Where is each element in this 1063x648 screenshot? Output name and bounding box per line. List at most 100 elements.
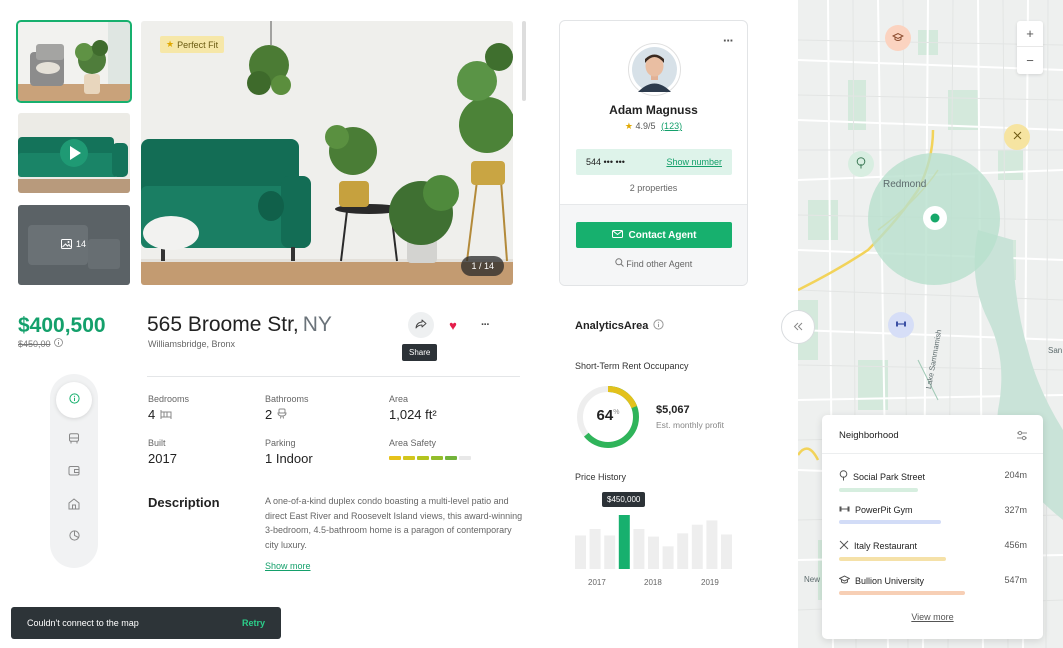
price-history-bar[interactable]: [706, 520, 718, 569]
neighborhood-item[interactable]: Italy Restaurant 456m: [839, 540, 1027, 561]
agent-properties: 2 properties: [629, 183, 678, 193]
bedrooms-value: 4: [148, 407, 172, 422]
gallery-scrollbar[interactable]: [522, 21, 526, 101]
price-history-bar[interactable]: [648, 536, 659, 569]
price-history-bar[interactable]: [618, 515, 630, 569]
price-history-bar[interactable]: [691, 524, 703, 569]
share-button[interactable]: [408, 312, 434, 338]
mail-icon: [611, 229, 623, 241]
nav-info[interactable]: [56, 382, 92, 418]
nav-school[interactable]: [64, 495, 84, 515]
agent-more-icon[interactable]: ···: [723, 33, 734, 48]
contact-agent-label: Contact Agent: [628, 229, 697, 241]
view-more-link[interactable]: View more: [822, 612, 1043, 622]
map-label-new: New: [804, 575, 821, 584]
safety-segment: [417, 456, 429, 460]
map-pin-park[interactable]: [848, 151, 874, 177]
map-pin-gym[interactable]: [888, 312, 914, 338]
neighborhood-item-distance: 327m: [1004, 505, 1027, 515]
year-tick-2018: 2018: [644, 578, 662, 587]
old-price: $450,00: [18, 338, 63, 349]
map-error-toast: Couldn't connect to the map Retry: [11, 607, 281, 639]
price-history-title: Price History: [575, 472, 627, 482]
built-value: 2017: [148, 451, 177, 466]
area-label: Area: [389, 394, 409, 404]
price-history-bar[interactable]: [604, 535, 616, 569]
info-icon: [68, 393, 80, 407]
listing-more-button[interactable]: ···: [472, 312, 498, 338]
nav-stats[interactable]: [64, 527, 84, 547]
panel-divider: [822, 453, 1043, 454]
perfect-fit-badge: ★ Perfect Fit: [160, 36, 225, 53]
percent-sign: %: [613, 409, 620, 416]
favorite-button[interactable]: ♥: [440, 312, 466, 338]
main-photo[interactable]: ★ Perfect Fit 1 / 14: [141, 21, 513, 285]
occupancy-title: Short-Term Rent Occupancy: [575, 361, 689, 371]
year-tick-2017: 2017: [588, 578, 606, 587]
price-history-bar[interactable]: [677, 533, 689, 569]
section-divider: [147, 376, 520, 377]
dumbbell-icon: [895, 319, 907, 331]
retry-button[interactable]: Retry: [242, 618, 265, 628]
section-nav: [50, 374, 98, 568]
fork-knife-icon: [839, 540, 849, 552]
share-icon: [415, 319, 427, 332]
nav-transport[interactable]: [64, 430, 84, 450]
monthly-profit-label: Est. monthly profit: [656, 420, 725, 430]
show-more-link[interactable]: Show more: [265, 561, 311, 571]
price-history-bar[interactable]: [633, 529, 645, 569]
wallet-icon: [68, 465, 80, 479]
gallery-thumb-more[interactable]: 14: [18, 205, 130, 285]
perfect-fit-label: Perfect Fit: [177, 39, 219, 50]
safety-segment: [403, 456, 415, 460]
occupancy-number: 64: [596, 407, 614, 424]
neighborhood-item[interactable]: Bullion University 547m: [838, 575, 1027, 595]
price-history-bar[interactable]: [589, 529, 601, 569]
year-tick-2019: 2019: [701, 578, 719, 587]
bedrooms-count: 4: [148, 407, 156, 422]
info-icon[interactable]: [53, 338, 63, 349]
state-code: NY: [302, 313, 332, 336]
price-history-chart: [575, 515, 732, 569]
search-icon: [615, 258, 627, 269]
neighborhood-panel: Neighborhood Social Park Street 204m Pow…: [822, 415, 1043, 639]
tree-icon: [856, 156, 866, 172]
built-label: Built: [148, 438, 166, 448]
price-history-bar[interactable]: [575, 535, 586, 569]
star-icon: ★: [166, 39, 175, 49]
show-number-link[interactable]: Show number: [666, 157, 722, 167]
filter-icon[interactable]: [1016, 428, 1028, 446]
heart-icon: ♥: [449, 317, 457, 333]
contact-agent-button[interactable]: Contact Agent: [576, 222, 732, 248]
map-pin-school[interactable]: [885, 25, 911, 51]
parking-label: Parking: [265, 438, 296, 448]
agent-reviews-link[interactable]: (123): [661, 121, 682, 131]
neighborhood-item[interactable]: Social Park Street 204m: [839, 470, 1027, 492]
collapse-map-button[interactable]: [781, 310, 815, 344]
star-icon: ★: [624, 121, 633, 131]
zoom-out-button[interactable]: −: [1017, 47, 1043, 73]
find-other-agent-link[interactable]: Find other Agent: [560, 258, 747, 269]
agent-rating-value: 4.9/5: [635, 121, 656, 131]
price-history-bar[interactable]: [662, 546, 674, 569]
more-icon: ···: [481, 319, 490, 331]
neighborhood-item-bar: [839, 557, 947, 561]
gallery-thumb-1[interactable]: [16, 20, 132, 103]
neighborhood-item-distance: 456m: [1004, 540, 1027, 550]
map-pin-restaurant[interactable]: [1004, 124, 1030, 150]
neighborhood-item[interactable]: PowerPit Gym 327m: [839, 505, 1027, 524]
gallery-thumb-video[interactable]: [18, 113, 130, 193]
neighborhood-item-name: Social Park Street: [853, 471, 926, 482]
find-other-agent-label: Find other Agent: [626, 259, 693, 269]
neighborhood-item-name: Bullion University: [855, 575, 925, 586]
zoom-in-button[interactable]: +: [1017, 21, 1043, 47]
info-icon[interactable]: [653, 319, 664, 333]
map-label-city: Redmond: [883, 179, 927, 190]
fork-knife-icon: [1012, 130, 1023, 144]
neighborhood-item-bar: [839, 591, 965, 595]
safety-segment: [389, 456, 401, 460]
parking-value: 1 Indoor: [265, 451, 313, 466]
agent-name: Adam Magnuss: [609, 103, 698, 117]
nav-amenities[interactable]: [64, 462, 84, 482]
price-history-bar[interactable]: [721, 534, 732, 569]
